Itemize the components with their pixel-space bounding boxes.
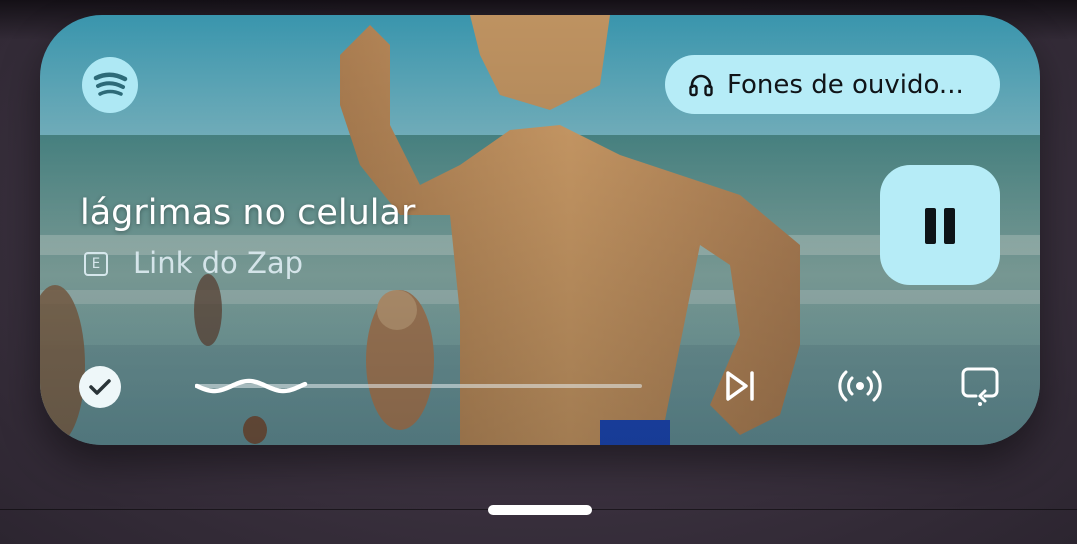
pause-icon-bar — [944, 208, 955, 244]
track-artist[interactable]: Link do Zap — [133, 246, 303, 280]
spotify-logo[interactable] — [82, 57, 138, 113]
repeat-icon[interactable] — [958, 364, 1002, 408]
spotify-icon — [93, 72, 128, 96]
home-indicator[interactable] — [488, 505, 592, 515]
pause-icon — [925, 208, 936, 244]
explicit-badge: E — [84, 252, 108, 276]
media-player-widget[interactable]: Fones de ouvido... lágrimas no celular E… — [40, 15, 1040, 445]
skip-next-icon[interactable] — [718, 364, 762, 408]
headphones-icon — [689, 74, 713, 96]
broadcast-icon[interactable] — [838, 364, 882, 408]
track-title: lágrimas no celular — [80, 193, 416, 233]
liked-button[interactable] — [79, 366, 121, 408]
output-device-label: Fones de ouvido... — [727, 69, 964, 100]
output-device-button[interactable]: Fones de ouvido... — [665, 55, 1000, 114]
pause-button[interactable] — [880, 165, 1000, 285]
check-icon — [89, 379, 111, 395]
progress-bar[interactable] — [195, 371, 645, 401]
